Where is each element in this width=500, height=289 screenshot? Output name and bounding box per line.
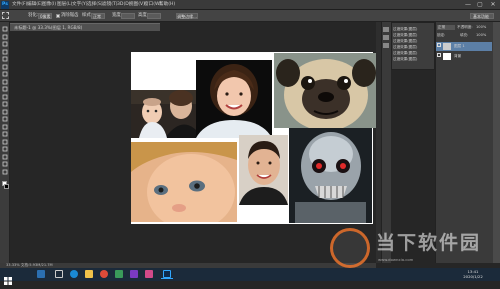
history-icon[interactable] [383,27,389,32]
menu-file[interactable]: 文件(F) [12,0,27,10]
photo-young-man-art [239,135,288,205]
healing-brush-tool-icon[interactable] [2,71,8,77]
document-tab[interactable]: 未标题-1 @ 33.3%(图层 1, RGB/8) [10,23,160,31]
close-button[interactable]: ✕ [487,0,499,10]
photoshop-icon: Ps [1,1,9,9]
blur-tool-icon[interactable] [2,116,8,122]
dodge-tool-icon[interactable] [2,124,8,130]
explorer-icon[interactable] [85,270,93,278]
visibility-eye-icon[interactable] [437,53,441,57]
watermark-subtitle: www.downxia.com [378,257,414,262]
photo-terminator-art [289,128,372,223]
marquee-tool-icon[interactable] [2,34,8,40]
menu-filter[interactable]: 滤镜(T) [102,0,118,10]
start-icon-art [4,277,12,285]
background-color-swatch[interactable] [4,184,9,189]
feather-label: 羽化: [28,13,39,18]
layer-name: 背景 [454,54,462,58]
workspace-select[interactable]: 基本功能 [470,13,494,19]
gradient-tool-icon[interactable] [2,109,8,115]
photo-smiling-girl[interactable] [196,60,272,138]
scrollbar[interactable] [493,22,500,263]
fill-value[interactable]: 100% [476,33,486,38]
refine-edge-button[interactable]: 调整边缘... [176,13,198,19]
eyedropper-tool-icon[interactable] [2,64,8,70]
hand-tool-icon[interactable] [2,161,8,167]
clone-stamp-tool-icon[interactable] [2,86,8,92]
menu-help[interactable]: 帮助(H) [159,0,175,10]
layer-thumbnail [443,53,451,60]
width-input[interactable] [121,13,135,19]
taskview-icon[interactable] [55,270,63,278]
chrome-icon[interactable] [100,270,108,278]
shape-tool-icon[interactable] [2,154,8,160]
anti-alias-checkbox[interactable] [56,14,60,18]
path-select-tool-icon[interactable] [2,146,8,152]
photo-baby-and-woman[interactable] [131,90,196,138]
fill-label: 填充: [460,33,469,37]
app-icon[interactable] [130,270,138,278]
marquee-tool-icon[interactable] [2,12,9,19]
menu-layer[interactable]: 图层(L) [57,0,72,10]
search-icon[interactable] [37,270,45,278]
watermark-title: 当下软件园 [376,232,482,254]
move-tool-icon[interactable] [2,26,8,32]
maximize-button[interactable]: ▢ [474,0,486,10]
pen-tool-icon[interactable] [2,131,8,137]
menu-edit[interactable]: 编辑(E) [27,0,43,10]
opacity-value[interactable]: 100% [476,25,486,30]
photo-pug[interactable] [274,53,376,128]
clock-date[interactable]: 2020/1/22 [458,274,488,279]
photo-baby-and-woman-art [131,90,196,138]
blend-mode-select[interactable]: 正常 [437,25,455,30]
style-select[interactable]: 正常 [91,13,105,19]
crop-tool-icon[interactable] [2,56,8,62]
photo-pug-art [274,53,376,128]
properties-icon[interactable] [383,35,389,40]
anti-alias-label: 消除锯齿 [61,13,79,18]
app-icon[interactable] [115,270,123,278]
feather-input[interactable]: 0像素 [38,13,52,19]
ps-taskbar-icon[interactable] [163,270,171,278]
photo-toddler-art [131,142,237,222]
menu-image[interactable]: 图像(I) [42,0,56,10]
adjustments-icon[interactable] [383,43,389,48]
minimize-button[interactable]: — [462,0,474,10]
photo-toddler[interactable] [131,142,237,222]
menu-view[interactable]: 视图(V) [129,0,145,10]
lock-label: 锁定: [437,33,446,37]
eraser-tool-icon[interactable] [2,101,8,107]
layer-thumbnail [443,43,451,50]
start-icon[interactable] [4,270,12,285]
visibility-eye-icon[interactable] [437,43,441,47]
edge-icon[interactable] [70,270,78,278]
opacity-label: 不透明度: [457,25,473,29]
watermark-logo-icon [330,228,370,268]
app-icon[interactable] [145,270,153,278]
photo-smiling-girl-art [196,60,272,138]
photo-young-man[interactable] [239,135,288,205]
active-app-indicator [161,278,173,279]
photo-terminator[interactable] [289,128,372,223]
quick-select-tool-icon[interactable] [2,49,8,55]
lasso-tool-icon[interactable] [2,41,8,47]
menu-type[interactable]: 文字(Y) [72,0,88,10]
height-input[interactable] [147,13,161,19]
menu-select[interactable]: 选择(S) [87,0,103,10]
action-row[interactable]: 过渡效果(图层) [393,56,417,62]
layer-name: 图层 1 [454,44,465,48]
collapsed-panel-icons [381,22,391,263]
history-brush-tool-icon[interactable] [2,94,8,100]
type-tool-icon[interactable] [2,139,8,145]
zoom-tool-icon[interactable] [2,169,8,175]
brush-tool-icon[interactable] [2,79,8,85]
